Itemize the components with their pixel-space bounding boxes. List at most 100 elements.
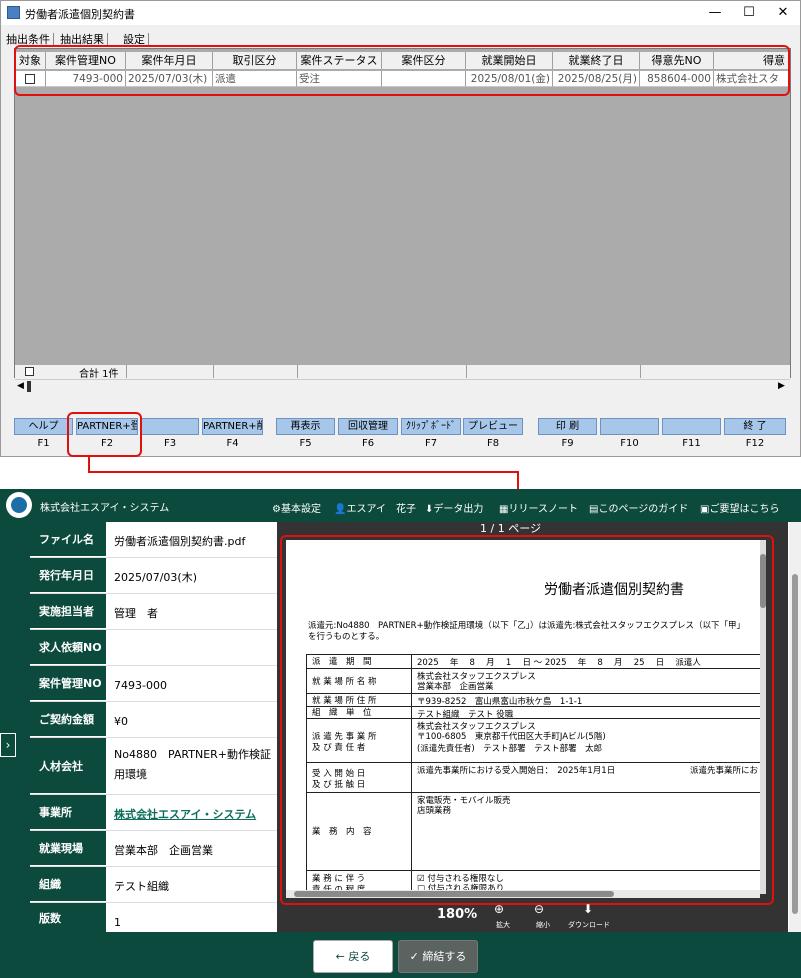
field-value: 2025/07/03(木) xyxy=(114,571,197,584)
back-label: 戻る xyxy=(348,950,371,963)
menu-release-notes[interactable]: ▦リリースノート xyxy=(499,500,578,515)
grid-footer: 合計 1件 xyxy=(15,365,790,380)
field-label: ファイル名 xyxy=(30,522,106,556)
highlight-box-f2 xyxy=(67,412,142,457)
field-value: No4880 PARTNER+動作検証用環境 xyxy=(114,748,272,781)
connector-line xyxy=(88,471,519,473)
zoom-in-icon[interactable]: ⊕ xyxy=(494,902,504,916)
download-icon[interactable]: ⬇ xyxy=(583,902,593,916)
footer-divider xyxy=(213,365,214,378)
pdf-page-label: 1 / 1 ページ xyxy=(480,522,541,535)
menu-settings[interactable]: ⚙基本設定 xyxy=(272,500,321,515)
company-name: 株式会社エスアイ・システム xyxy=(40,503,170,514)
title-bar: 労働者派遣個別契約書 — ☐ ✕ xyxy=(1,1,800,25)
highlight-box-grid xyxy=(14,45,790,96)
field-value: 営業本部 企画営業 xyxy=(114,844,213,857)
field-label: ご契約金額 xyxy=(30,702,106,736)
window-title: 労働者派遣個別契約書 xyxy=(25,8,135,21)
arrow-left-icon: ← xyxy=(335,950,349,963)
footer-divider xyxy=(126,365,127,378)
menu-user[interactable]: 👤エスアイ 花子 xyxy=(334,500,416,515)
field-label: 就業現場 xyxy=(30,831,106,865)
fkey-label-f12: F12 xyxy=(745,438,765,449)
fkey-label-f4: F4 xyxy=(226,438,239,449)
fkey-button-f6[interactable]: 回収管理 xyxy=(338,418,398,435)
fkey-label-f1: F1 xyxy=(37,438,50,449)
scroll-thumb[interactable] xyxy=(27,381,31,392)
fkey-label-f10: F10 xyxy=(620,438,639,449)
zoom-in-label: 拡大 xyxy=(496,921,510,929)
field-label: 版数 xyxy=(30,903,106,932)
field-value: 労働者派遣個別契約書.pdf xyxy=(114,535,246,548)
company-logo xyxy=(6,492,32,518)
fkey-label-f11: F11 xyxy=(682,438,701,449)
field-value: ¥0 xyxy=(114,715,128,728)
user-icon: 👤 xyxy=(334,504,347,515)
check-icon: ✓ xyxy=(409,950,423,963)
fkey-label-f9: F9 xyxy=(561,438,574,449)
page-scrollbar[interactable] xyxy=(789,522,801,932)
desktop-window: 労働者派遣個別契約書 — ☐ ✕ 抽出条件 抽出結果 設定 対象 案件管理NO … xyxy=(0,0,801,457)
menu-user-label: エスアイ 花子 xyxy=(346,504,416,515)
fkey-label-f6: F6 xyxy=(361,438,375,449)
minimize-button[interactable]: — xyxy=(698,1,732,25)
field-label: 求人依頼NO xyxy=(30,630,106,664)
fkey-button-f3[interactable] xyxy=(141,418,199,435)
conclude-label: 締結する xyxy=(422,950,467,963)
fkey-label-f5: F5 xyxy=(299,438,312,449)
zoom-out-icon[interactable]: ⊖ xyxy=(534,902,544,916)
menu-guide-label: このページのガイド xyxy=(598,504,689,515)
field-label: 組織 xyxy=(30,867,106,901)
fkey-button-f1[interactable]: ヘルプ xyxy=(14,418,73,435)
fkey-button-f12[interactable]: 終 了 xyxy=(724,418,786,435)
menu-request[interactable]: ▣ご要望はこちら xyxy=(700,500,779,515)
download-label: ダウンロード xyxy=(568,921,610,929)
app-icon xyxy=(7,6,20,19)
fkey-label-f3: F3 xyxy=(163,438,177,449)
back-button[interactable]: ← 戻る xyxy=(313,940,393,973)
field-label: 発行年月日 xyxy=(30,558,106,592)
fkey-label-f8: F8 xyxy=(486,438,500,449)
office-link[interactable]: 株式会社エスアイ・システム xyxy=(114,805,274,825)
menu-export[interactable]: ⬇データ出力 xyxy=(425,500,483,515)
menu-page-guide[interactable]: ▤このページのガイド xyxy=(589,500,688,515)
field-label: 人材会社 xyxy=(30,738,106,793)
field-label: 実施担当者 xyxy=(30,594,106,628)
conclude-button[interactable]: ✓ 締結する xyxy=(398,940,478,973)
fkey-button-f11[interactable] xyxy=(662,418,721,435)
menu-request-label: ご要望はこちら xyxy=(709,504,780,515)
sidebar-expand-chevron-icon[interactable]: › xyxy=(0,733,16,757)
footer-divider xyxy=(466,365,467,378)
page-scroll-thumb[interactable] xyxy=(792,574,798,914)
scroll-right-icon[interactable]: ▶ xyxy=(778,381,785,391)
details-panel: ファイル名 労働者派遣個別契約書.pdf 発行年月日 2025/07/03(木) 実施担… xyxy=(30,522,277,934)
footer-divider xyxy=(640,365,641,378)
horizontal-scrollbar[interactable]: ◀ ▶ xyxy=(15,379,790,393)
gear-icon: ⚙ xyxy=(272,504,281,515)
highlight-box-pdf xyxy=(280,535,774,905)
total-count: 合計 1件 xyxy=(79,369,119,380)
fkey-button-f4[interactable]: PARTNER+削除 xyxy=(202,418,263,435)
fkey-button-f8[interactable]: プレビュー xyxy=(463,418,523,435)
field-value: 7493-000 xyxy=(114,679,167,692)
field-value: 1 xyxy=(114,916,121,929)
zoom-level: 180% xyxy=(437,907,478,922)
zoom-out-label: 縮小 xyxy=(536,921,550,929)
results-grid: 対象 案件管理NO 案件年月日 取引区分 案件ステータス 案件区分 就業開始日 … xyxy=(14,48,791,393)
fkey-button-f7[interactable]: ｸﾘｯﾌﾟﾎﾞｰﾄﾞ xyxy=(401,418,461,435)
select-all-checkbox[interactable] xyxy=(25,367,34,376)
field-label: 事業所 xyxy=(30,795,106,829)
field-value: 管理 者 xyxy=(114,607,158,620)
maximize-button[interactable]: ☐ xyxy=(732,1,766,25)
field-label: 案件管理NO xyxy=(30,666,106,700)
field-value: テスト組織 xyxy=(114,880,169,893)
fkey-button-f10[interactable] xyxy=(600,418,659,435)
fkey-button-f5[interactable]: 再表示 xyxy=(276,418,335,435)
footer-divider xyxy=(297,365,298,378)
fkey-button-f9[interactable]: 印 刷 xyxy=(538,418,597,435)
fkey-label-f7: F7 xyxy=(424,438,438,449)
menu-settings-label: 基本設定 xyxy=(280,504,321,515)
close-button[interactable]: ✕ xyxy=(766,1,800,25)
menu-export-label: データ出力 xyxy=(433,504,484,515)
scroll-left-icon[interactable]: ◀ xyxy=(17,381,24,391)
